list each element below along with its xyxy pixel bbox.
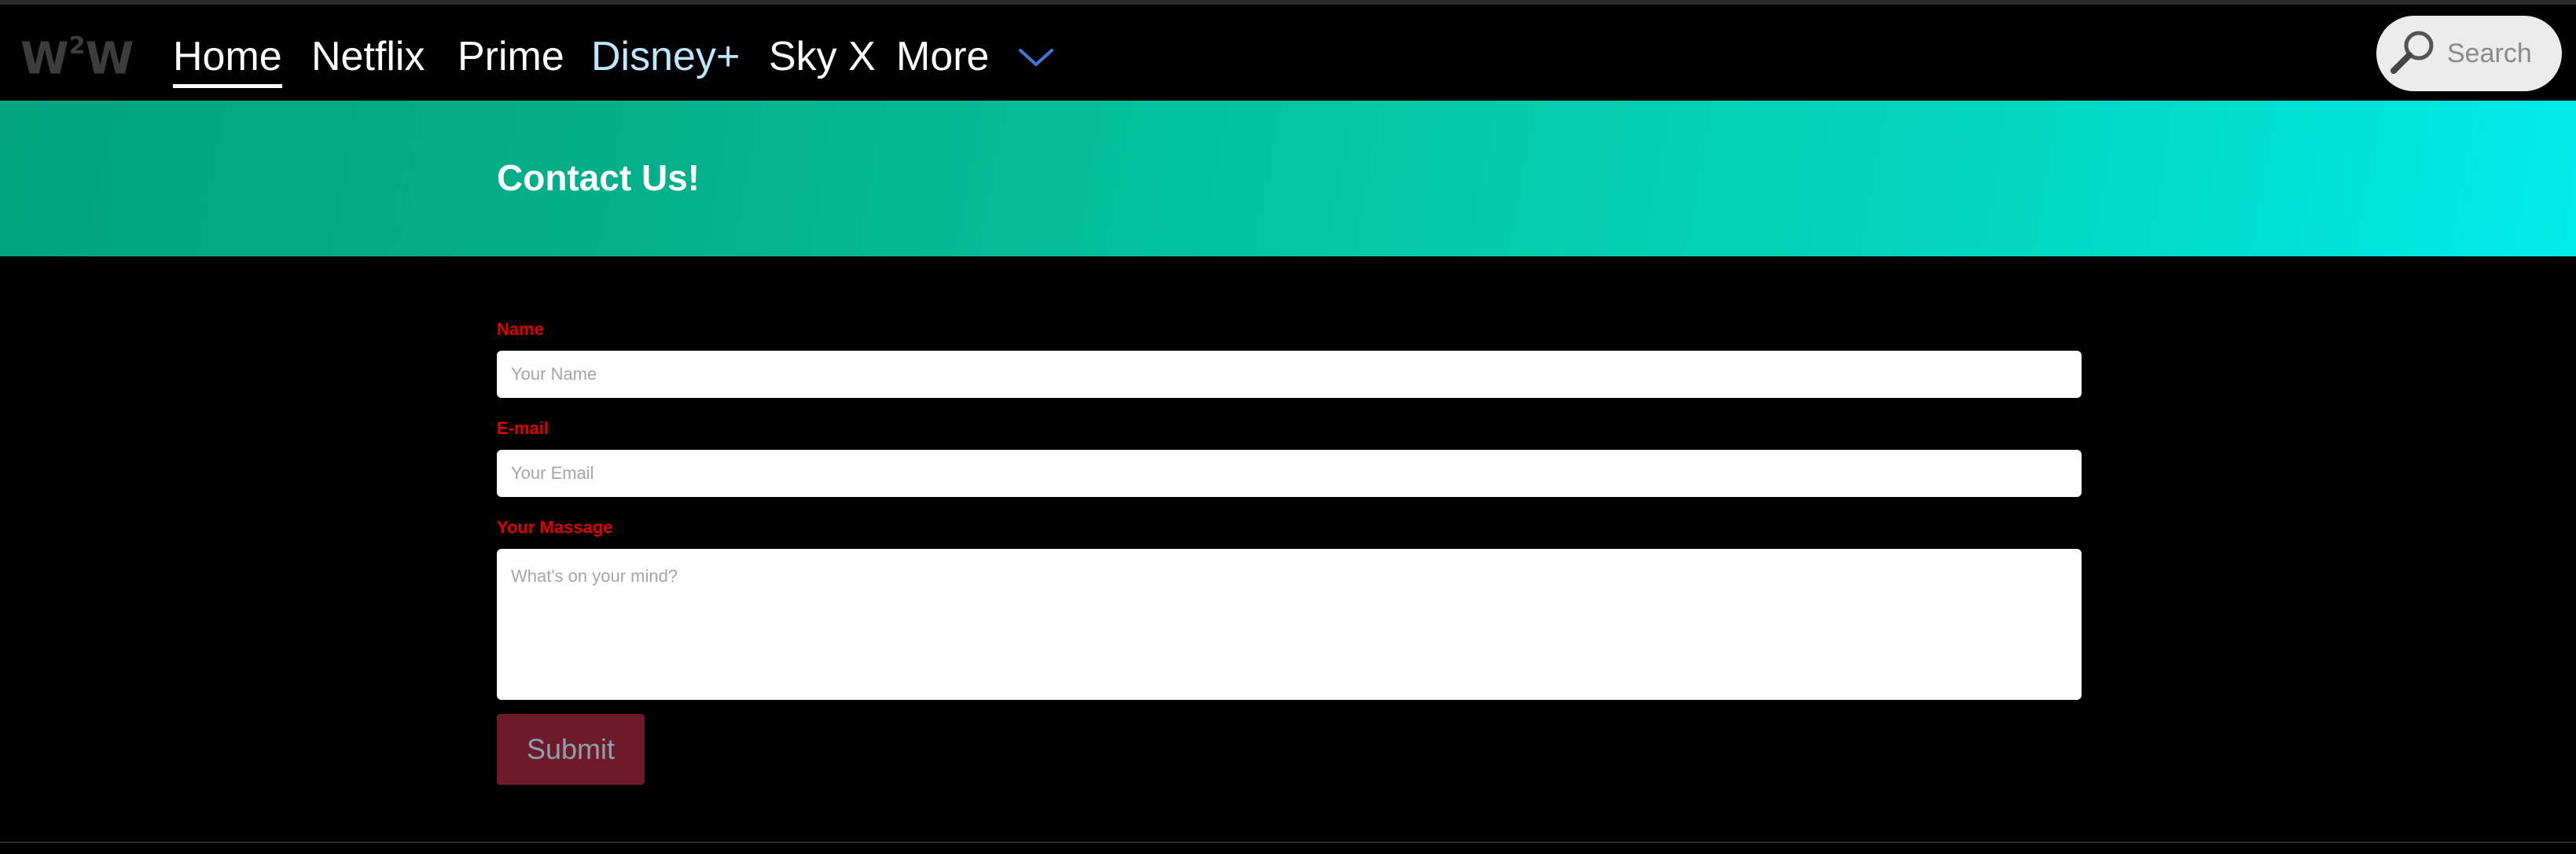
footer-divider (0, 841, 2576, 843)
search-icon (2390, 31, 2434, 74)
name-placeholder: Your Name (511, 364, 597, 384)
nav-item-sky-x[interactable]: Sky X (769, 28, 876, 85)
contact-page: W2W Home Netflix Prime Disney+ Sky X Mor… (0, 0, 2576, 854)
name-field[interactable]: Your Name (497, 351, 2082, 398)
email-placeholder: Your Email (511, 463, 594, 483)
submit-button[interactable]: Submit (497, 714, 645, 785)
navbar: W2W Home Netflix Prime Disney+ Sky X Mor… (0, 5, 2576, 101)
page-title: Contact Us! (497, 157, 700, 198)
contact-hero-banner: Contact Us! (0, 101, 2576, 256)
email-label: E-mail (497, 418, 549, 438)
nav-item-netflix[interactable]: Netflix (311, 28, 424, 85)
nav-item-home[interactable]: Home (173, 28, 282, 88)
message-placeholder: What's on your mind? (511, 566, 678, 586)
nav-item-more[interactable]: More (896, 28, 989, 85)
w2w-logo[interactable]: W2W (20, 24, 134, 85)
chevron-down-icon[interactable] (1017, 46, 1055, 69)
name-label: Name (497, 319, 544, 339)
nav-item-disney[interactable]: Disney+ (591, 28, 740, 85)
search-placeholder: Search (2447, 39, 2532, 68)
message-textarea[interactable]: What's on your mind? (497, 549, 2082, 700)
search-input[interactable]: Search (2376, 16, 2562, 91)
nav-item-prime[interactable]: Prime (458, 28, 564, 85)
email-field[interactable]: Your Email (497, 450, 2082, 497)
message-label: Your Massage (497, 517, 613, 537)
